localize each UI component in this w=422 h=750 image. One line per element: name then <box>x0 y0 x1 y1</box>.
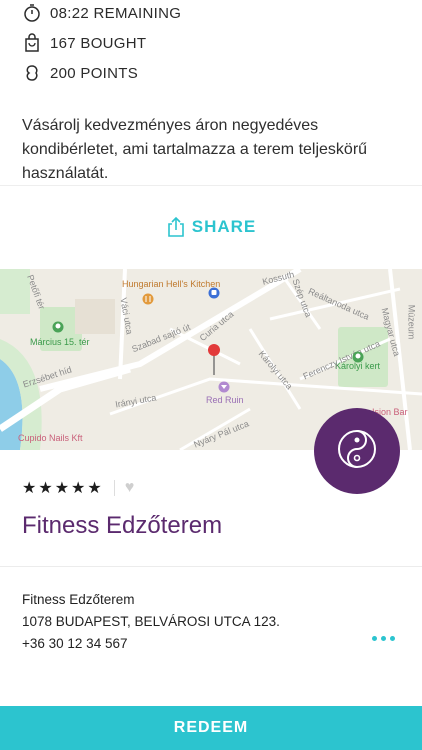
yin-yang-icon <box>336 428 378 475</box>
rating-row: ★ ★ ★ ★ ★ ♥ <box>22 478 134 498</box>
bought-text: 167 BOUGHT <box>50 34 147 52</box>
points-icon <box>22 63 42 83</box>
map-label-poi1: Red Ruin <box>206 395 244 405</box>
share-button[interactable]: SHARE <box>0 216 422 238</box>
venue-title: Fitness Edzőterem <box>22 512 223 539</box>
section-divider <box>0 566 422 567</box>
remaining-text: 08:22 REMAINING <box>50 4 182 22</box>
share-section: SHARE <box>0 185 422 269</box>
points-text: 200 POINTS <box>50 64 139 82</box>
share-label: SHARE <box>191 217 257 236</box>
redeem-button[interactable]: REDEEM <box>0 706 422 750</box>
shopping-bag-icon <box>22 33 42 53</box>
venue-phone[interactable]: +36 30 12 34 567 <box>22 633 280 655</box>
stat-bought: 167 BOUGHT <box>22 30 146 56</box>
deal-description: Vásárolj kedvezményes áron negyedéves ko… <box>22 117 368 182</box>
share-icon <box>166 216 186 238</box>
map-label-park1: Március 15. tér <box>30 337 90 347</box>
favorite-heart-icon[interactable]: ♥ <box>125 479 135 497</box>
venue-info: Fitness Edzőterem 1078 BUDAPEST, BELVÁRO… <box>22 589 280 655</box>
stopwatch-icon <box>22 3 42 23</box>
map-label-poi2: Cupido Nails Kft <box>18 433 83 443</box>
star-icon: ★ <box>71 480 86 497</box>
map-label-restaurant: Hungarian Hell's Kitchen <box>122 279 221 289</box>
map-label-street14: Múzeum <box>406 304 417 340</box>
star-icon: ★ <box>87 480 102 497</box>
dot <box>390 636 395 641</box>
redeem-label: REDEEM <box>173 719 249 736</box>
venue-address: 1078 BUDAPEST, BELVÁROSI UTCA 123. <box>22 614 280 629</box>
stat-remaining: 08:22 REMAINING <box>22 0 181 26</box>
yin-yang-badge <box>314 408 400 494</box>
star-icon: ★ <box>38 480 53 497</box>
star-icon: ★ <box>22 480 37 497</box>
star-icon: ★ <box>54 480 70 497</box>
dot <box>372 636 377 641</box>
stat-points: 200 POINTS <box>22 60 138 86</box>
more-options-button[interactable] <box>372 636 399 641</box>
dot <box>381 636 386 641</box>
venue-address-name: Fitness Edzőterem <box>22 592 135 607</box>
rating-divider <box>113 480 115 496</box>
